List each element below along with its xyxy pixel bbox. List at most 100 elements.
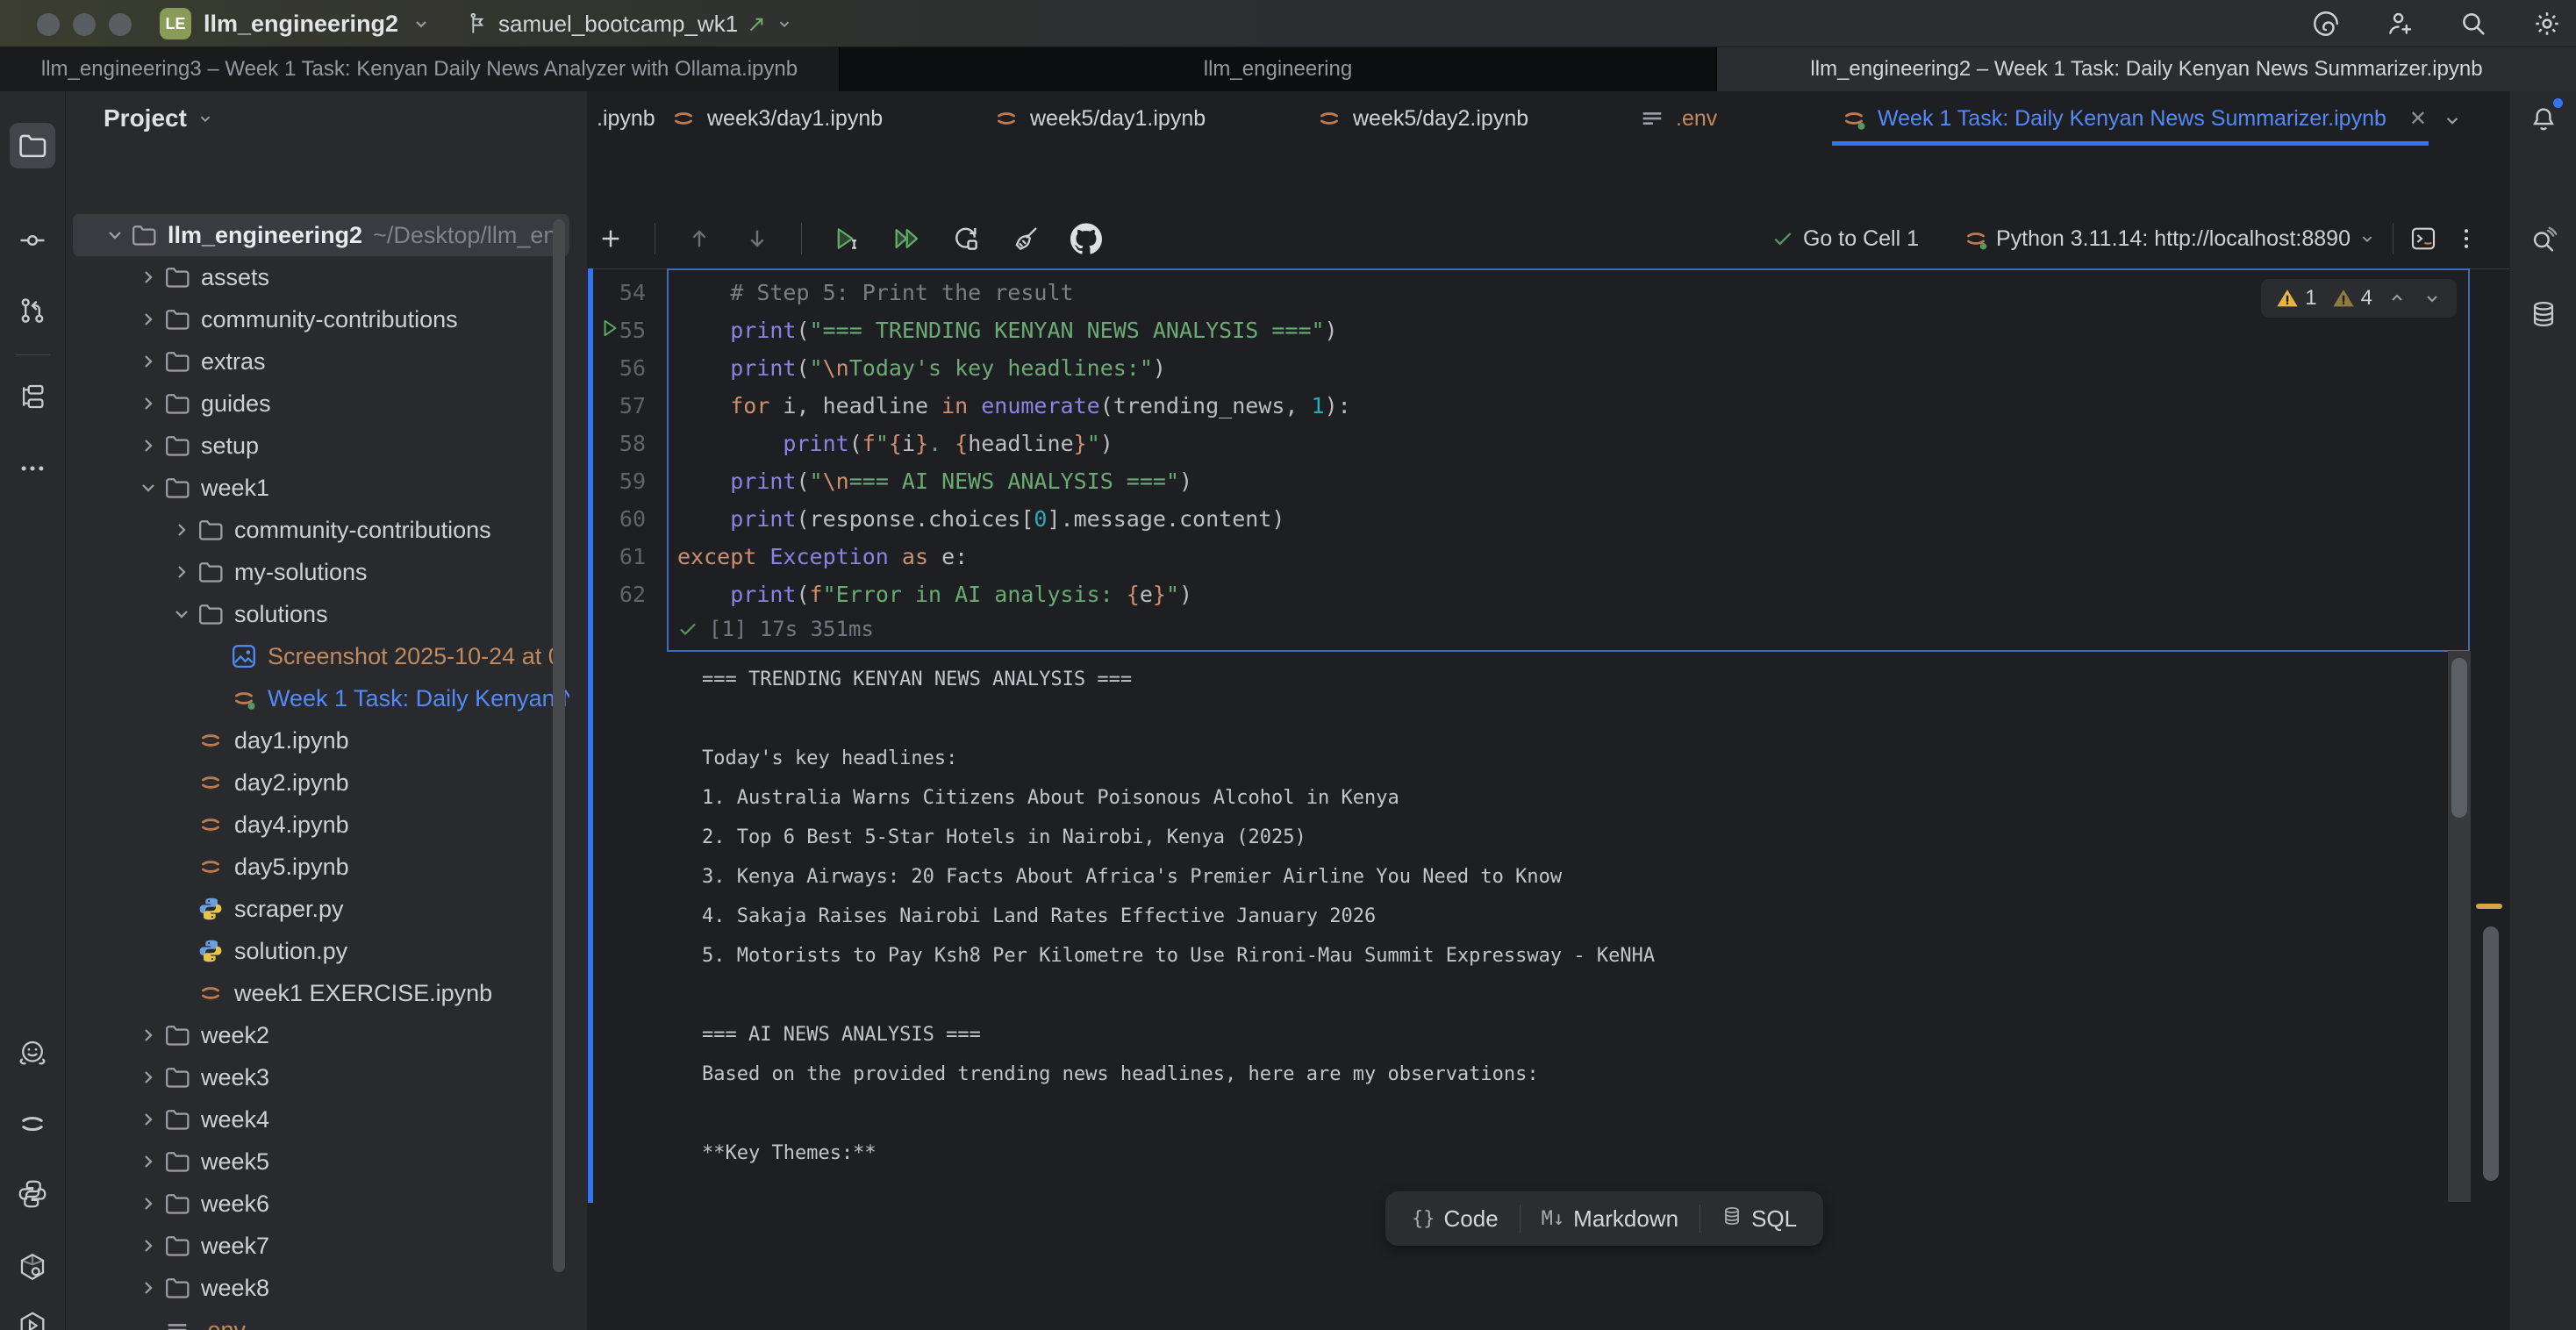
code-line[interactable]: 58 print(f"{i}. {headline}") <box>588 425 1351 462</box>
chevron-right-icon[interactable] <box>171 519 197 540</box>
chevron-right-icon[interactable] <box>171 561 197 583</box>
chevron-down-icon[interactable] <box>138 477 164 498</box>
notifications-bell-button[interactable] <box>2521 97 2566 142</box>
warning-count[interactable]: 1 <box>2275 286 2316 311</box>
tree-item-week1[interactable]: week1 <box>66 467 569 509</box>
tree-item-week2[interactable]: week2 <box>66 1014 569 1056</box>
code-line[interactable]: 59 print("\n=== AI NEWS ANALYSIS ===") <box>588 462 1351 500</box>
tree-item-solution-py[interactable]: solution.py <box>66 930 569 972</box>
restart-kernel-button[interactable] <box>951 224 981 254</box>
zoom-button[interactable] <box>109 13 132 36</box>
settings-gear-icon[interactable] <box>2532 9 2562 39</box>
ai-assistant-icon[interactable] <box>2311 9 2341 39</box>
chevron-down-icon[interactable] <box>171 604 197 625</box>
tree-item-setup[interactable]: setup <box>66 425 569 467</box>
markdown-cell-button[interactable]: M↓Markdown <box>1521 1191 1699 1246</box>
chevron-right-icon[interactable] <box>138 1109 164 1130</box>
add-user-icon[interactable] <box>2385 9 2415 39</box>
sql-cell-button[interactable]: SQL <box>1700 1191 1818 1246</box>
next-inspection-chevron[interactable] <box>2422 288 2443 309</box>
move-cell-down-button[interactable] <box>743 225 771 253</box>
tree-item-day5-ipynb[interactable]: day5.ipynb <box>66 846 569 888</box>
run-cell-button[interactable] <box>832 224 862 254</box>
move-cell-up-button[interactable] <box>685 225 713 253</box>
editor-tab[interactable]: Week 1 Task: Daily Kenyan News Summarize… <box>1832 91 2429 146</box>
chevron-right-icon[interactable] <box>138 1025 164 1046</box>
search-icon[interactable] <box>2458 9 2488 39</box>
tree-item-solutions[interactable]: solutions <box>66 593 569 635</box>
tree-item-week1-exercise-ipynb[interactable]: week1 EXERCISE.ipynb <box>66 972 569 1014</box>
tree-item-week8[interactable]: week8 <box>66 1267 569 1309</box>
database-tool-button[interactable] <box>2521 291 2566 337</box>
close-button[interactable] <box>37 13 60 36</box>
tree-item-week3[interactable]: week3 <box>66 1056 569 1098</box>
services-tool-button[interactable] <box>10 1303 55 1330</box>
editor-tab[interactable]: .env <box>1630 91 1825 146</box>
ai-search-tool-button[interactable] <box>2521 218 2566 263</box>
window-tab[interactable]: llm_engineering2 – Week 1 Task: Daily Ke… <box>1717 47 2576 91</box>
jupyter-console-button[interactable] <box>2409 225 2437 253</box>
goto-cell-button[interactable]: Go to Cell 1 <box>1771 226 1919 252</box>
add-cell-button[interactable] <box>597 225 625 253</box>
tree-item-week7[interactable]: week7 <box>66 1225 569 1267</box>
project-switcher[interactable]: LE llm_engineering2 <box>160 0 432 47</box>
editor-scrollbar-thumb[interactable] <box>2483 926 2499 1181</box>
tree-item-screenshot-2025-10-24-at-0[interactable]: Screenshot 2025-10-24 at 0 <box>66 635 569 677</box>
code-cell[interactable]: 54 # Step 5: Print the result55 print("=… <box>588 274 1351 613</box>
run-line-gutter-icon[interactable] <box>598 317 621 345</box>
kernel-selector[interactable]: Python 3.11.14: http://localhost:8890 <box>1963 225 2377 252</box>
chevron-right-icon[interactable] <box>138 1193 164 1214</box>
chevron-right-icon[interactable] <box>138 1235 164 1256</box>
tree-item-community-contributions[interactable]: community-contributions <box>66 298 569 340</box>
tree-item--env[interactable]: .env <box>66 1309 569 1330</box>
more-tool-windows-button[interactable] <box>10 446 55 491</box>
python-console-tool-button[interactable] <box>10 1171 55 1217</box>
tree-item-community-contributions[interactable]: community-contributions <box>66 509 569 551</box>
tree-item-week4[interactable]: week4 <box>66 1098 569 1141</box>
project-tool-button[interactable] <box>10 123 55 168</box>
tree-scrollbar[interactable] <box>553 219 565 1272</box>
chevron-right-icon[interactable] <box>138 351 164 372</box>
tree-item-my-solutions[interactable]: my-solutions <box>66 551 569 593</box>
jupyter-tool-button[interactable] <box>10 1101 55 1147</box>
more-options-kebab-icon[interactable] <box>2453 225 2479 252</box>
weak-warning-count[interactable]: 4 <box>2331 286 2372 311</box>
editor-tab[interactable]: week5/day2.ipynb <box>1307 91 1623 146</box>
clear-outputs-broom-button[interactable] <box>1011 224 1041 254</box>
project-panel-header[interactable]: Project <box>66 91 587 146</box>
code-line[interactable]: 54 # Step 5: Print the result <box>588 274 1351 311</box>
tree-item-assets[interactable]: assets <box>66 256 569 298</box>
chevron-right-icon[interactable] <box>138 1067 164 1088</box>
editor-tab[interactable]: week5/day1.ipynb <box>984 91 1300 146</box>
tree-item-extras[interactable]: extras <box>66 340 569 383</box>
editor-tab[interactable]: week3/day1.ipynb <box>662 91 977 146</box>
chevron-right-icon[interactable] <box>138 1151 164 1172</box>
editor-tabs-overflow-chevron[interactable] <box>2441 109 2464 132</box>
chevron-right-icon[interactable] <box>138 267 164 288</box>
code-line[interactable]: 57 for i, headline in enumerate(trending… <box>588 387 1351 425</box>
output-scrollbar-thumb[interactable] <box>2451 658 2467 818</box>
close-tab-icon[interactable]: ✕ <box>2409 106 2427 132</box>
error-stripe-warning-mark[interactable] <box>2476 904 2502 909</box>
tree-item-day4-ipynb[interactable]: day4.ipynb <box>66 804 569 846</box>
chevron-right-icon[interactable] <box>138 1277 164 1298</box>
code-line[interactable]: 56 print("\nToday's key headlines:") <box>588 349 1351 387</box>
commit-tool-button[interactable] <box>10 218 55 263</box>
github-icon-button[interactable] <box>1070 223 1102 254</box>
vcs-branch-widget[interactable]: samuel_bootcamp_wk1 ↗ <box>465 0 794 47</box>
chevron-down-icon[interactable] <box>104 225 131 246</box>
tree-item-week6[interactable]: week6 <box>66 1183 569 1225</box>
code-line[interactable]: 55 print("=== TRENDING KENYAN NEWS ANALY… <box>588 311 1351 349</box>
code-line[interactable]: 61except Exception as e: <box>588 538 1351 576</box>
python-packages-tool-button[interactable] <box>10 1244 55 1290</box>
tree-item-day2-ipynb[interactable]: day2.ipynb <box>66 762 569 804</box>
tree-item-scraper-py[interactable]: scraper.py <box>66 888 569 930</box>
window-tab[interactable]: llm_engineering3 – Week 1 Task: Kenyan D… <box>0 47 840 91</box>
structure-tool-button[interactable] <box>10 374 55 419</box>
tree-item-llm-engineering2[interactable]: llm_engineering2~/Desktop/llm_en <box>73 214 569 256</box>
tree-item-guides[interactable]: guides <box>66 383 569 425</box>
minimize-button[interactable] <box>73 13 96 36</box>
code-line[interactable]: 62 print(f"Error in AI analysis: {e}") <box>588 576 1351 613</box>
pull-requests-tool-button[interactable] <box>10 288 55 333</box>
chevron-right-icon[interactable] <box>138 309 164 330</box>
